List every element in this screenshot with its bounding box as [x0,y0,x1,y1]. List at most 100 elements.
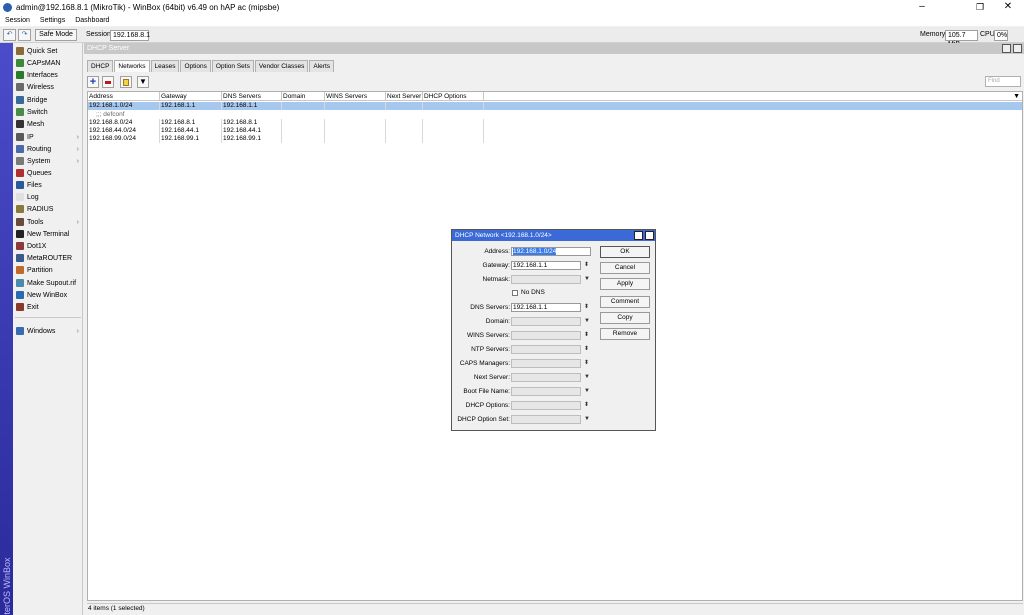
sidebar-item-tools[interactable]: Tools › [13,216,83,228]
filter-icon[interactable]: ▼ [137,76,149,88]
col-address[interactable]: Address [88,92,160,101]
next-server-field[interactable] [511,373,581,382]
sidebar-item-label: Routing [27,145,52,153]
copy-button[interactable]: Copy [600,312,650,324]
netmask-dropdown-icon[interactable]: ▼ [584,275,590,284]
cell-dns: 192.168.1.1 [222,102,282,110]
cell-wins [325,127,386,135]
col-domain[interactable]: Domain [282,92,325,101]
tab-option-sets[interactable]: Option Sets [211,60,254,72]
tab-alerts[interactable]: Alerts [309,60,335,72]
domain-dropdown-icon[interactable]: ▼ [584,317,590,326]
table-row[interactable]: 192.168.1.0/24 192.168.1.1 192.168.1.1 [88,102,1022,110]
maximize-button[interactable]: ❐ [966,0,994,14]
submenu-arrow-icon: › [76,133,79,141]
find-input[interactable]: Find [985,76,1021,87]
dhcp-options-field[interactable] [511,401,581,410]
ntp-servers-updown-icon[interactable]: ⬍ [584,345,589,354]
submenu-arrow-icon: › [76,218,79,226]
tab-leases[interactable]: Leases [150,60,180,72]
table-row[interactable]: 192.168.44.0/24 192.168.44.1 192.168.44.… [88,127,1022,135]
minimize-button[interactable]: – [908,0,936,14]
domain-field[interactable] [511,317,581,326]
session-field[interactable]: 192.168.8.1 [110,30,150,41]
wins-servers-field[interactable] [511,331,581,340]
dhcp-option-set-field[interactable] [511,415,581,424]
cancel-button[interactable]: Cancel [600,262,650,274]
dns-servers-field[interactable]: 192.168.1.1 [511,303,581,312]
add-icon[interactable]: + [87,76,99,88]
panel-close-icon[interactable] [1013,44,1022,53]
ok-button[interactable]: OK [600,246,650,258]
sidebar-item-switch[interactable]: Switch [13,106,83,118]
netmask-field[interactable] [511,275,581,284]
sidebar-item-interfaces[interactable]: Interfaces [13,69,83,81]
col-wins-servers[interactable]: WINS Servers [325,92,386,101]
cell-dns: 192.168.44.1 [222,127,282,135]
dialog-title-bar: DHCP Network <192.168.1.0/24> ✕ [452,230,655,241]
sidebar-item-radius[interactable]: RADIUS [13,203,83,215]
sidebar-item-mesh[interactable]: Mesh [13,118,83,130]
comment-button[interactable]: Comment [600,296,650,308]
menu-settings[interactable]: Settings [40,17,65,24]
wins-servers-updown-icon[interactable]: ⬍ [584,331,589,340]
remove-icon[interactable] [102,76,114,88]
sidebar-item-system[interactable]: System › [13,155,83,167]
gateway-field[interactable]: 192.168.1.1 [511,261,581,270]
panel-maximize-icon[interactable] [1002,44,1011,53]
close-button[interactable]: ✕ [994,0,1022,14]
sidebar-item-routing[interactable]: Routing › [13,143,83,155]
dns-servers-label: DNS Servers: [470,304,510,311]
sidebar-item-quick-set[interactable]: Quick Set [13,45,83,57]
sidebar-item-queues[interactable]: Queues [13,167,83,179]
sidebar: Quick Set CAPsMAN Interfaces Wireless Bridge… [13,43,83,615]
sidebar-item-metarouter[interactable]: MetaROUTER [13,252,83,264]
sidebar-item-ip[interactable]: IP › [13,131,83,143]
tab-vendor-classes[interactable]: Vendor Classes [254,60,309,72]
boot-file-name-dropdown-icon[interactable]: ▼ [584,387,590,396]
col-dns-servers[interactable]: DNS Servers [222,92,282,101]
comment-icon[interactable] [120,76,132,88]
redo-icon[interactable]: ↷ [18,29,31,41]
tab-dhcp[interactable]: DHCP [87,60,114,72]
no-dns-checkbox[interactable] [512,290,518,296]
column-menu-icon[interactable]: ▼ [1013,92,1020,101]
sidebar-item-log[interactable]: Log [13,191,83,203]
sidebar-item-new-terminal[interactable]: New Terminal [13,228,83,240]
remove-button[interactable]: Remove [600,328,650,340]
sidebar-item-partition[interactable]: Partition [13,264,83,276]
dhcp-option-set-dropdown-icon[interactable]: ▼ [584,415,590,424]
menu-dashboard[interactable]: Dashboard [75,17,109,24]
dialog-maximize-icon[interactable] [634,231,643,240]
sidebar-item-dot1x[interactable]: Dot1X [13,240,83,252]
table-row[interactable]: 192.168.99.0/24 192.168.99.1 192.168.99.… [88,135,1022,143]
next-server-dropdown-icon[interactable]: ▼ [584,373,590,382]
sidebar-item-files[interactable]: Files [13,179,83,191]
sidebar-item-capsman[interactable]: CAPsMAN [13,57,83,69]
menu-session[interactable]: Session [5,17,30,24]
undo-icon[interactable]: ↶ [3,29,16,41]
caps-managers-updown-icon[interactable]: ⬍ [584,359,589,368]
tab-networks[interactable]: Networks [114,60,150,72]
dns-servers-updown-icon[interactable]: ⬍ [584,303,589,312]
caps-managers-field[interactable] [511,359,581,368]
sidebar-item-bridge[interactable]: Bridge [13,94,83,106]
sidebar-item-windows[interactable]: Windows › [13,325,83,337]
gateway-updown-icon[interactable]: ⬍ [584,261,589,270]
safe-mode-button[interactable]: Safe Mode [35,29,77,41]
table-row[interactable]: 192.168.8.0/24 192.168.8.1 192.168.8.1 [88,119,1022,127]
sidebar-item-new-winbox[interactable]: New WinBox [13,289,83,301]
dhcp-options-updown-icon[interactable]: ⬍ [584,401,589,410]
ntp-servers-field[interactable] [511,345,581,354]
sidebar-item-exit[interactable]: Exit [13,301,83,313]
boot-file-name-field[interactable] [511,387,581,396]
col-next-server[interactable]: Next Server [386,92,423,101]
apply-button[interactable]: Apply [600,278,650,290]
sidebar-item-wireless[interactable]: Wireless [13,81,83,93]
dialog-close-icon[interactable]: ✕ [645,231,654,240]
tab-options[interactable]: Options [180,60,211,72]
address-field[interactable]: 192.168.1.0/24 [511,247,591,256]
col-gateway[interactable]: Gateway [160,92,222,101]
col-dhcp-options[interactable]: DHCP Options [423,92,484,101]
sidebar-item-make-supout-rif[interactable]: Make Supout.rif [13,277,83,289]
